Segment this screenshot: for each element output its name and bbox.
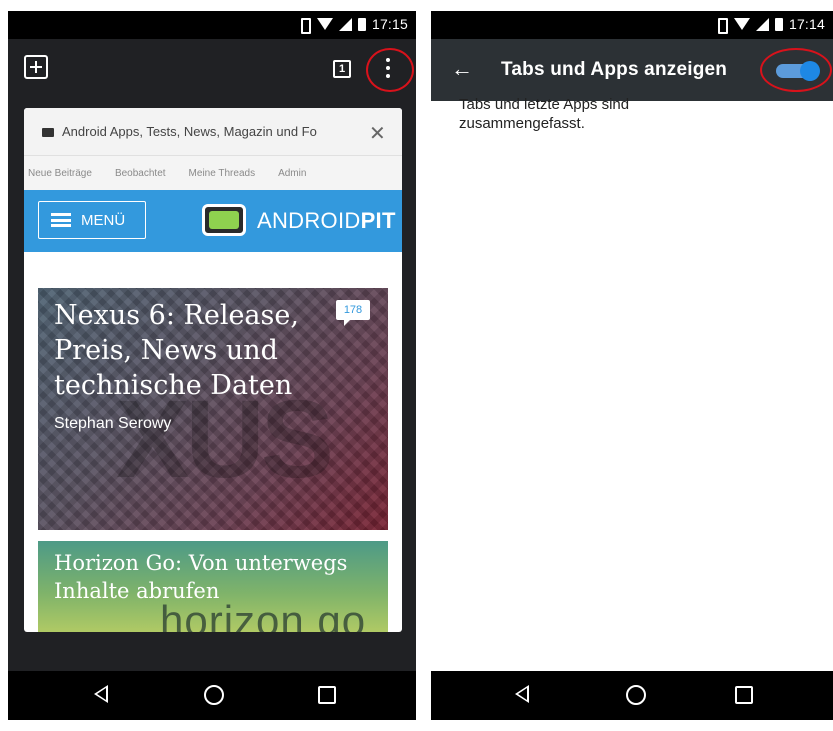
highlight-circle: [366, 48, 414, 92]
vibrate-icon: [297, 17, 311, 34]
close-icon[interactable]: ✕: [369, 121, 386, 146]
back-triangle-icon[interactable]: [94, 685, 108, 703]
site-nav: Neue Beiträge Beobachtet Meine Threads A…: [24, 156, 402, 190]
status-time: 17:15: [371, 16, 408, 32]
chrome-tab-switcher-screen: 17:15 1 Android Apps, Tests, News, Magaz…: [8, 11, 416, 720]
status-time: 17:14: [788, 16, 825, 32]
back-arrow-icon[interactable]: ←: [451, 57, 473, 81]
comment-count-badge: 178: [336, 300, 370, 326]
settings-screen: 17:14 ← Tabs und Apps anzeigen Tabs und …: [431, 11, 833, 720]
horizon-go-logo: horizon go: [160, 597, 367, 632]
vibrate-icon: [714, 17, 728, 34]
signal-icon: [755, 17, 769, 31]
battery-icon: [774, 17, 783, 31]
tab-title: Android Apps, Tests, News, Magazin und F…: [62, 124, 317, 139]
status-bar: 17:15: [8, 11, 416, 39]
site-nav-item[interactable]: Meine Threads: [189, 168, 256, 179]
system-nav-bar: [8, 671, 416, 720]
signal-icon: [338, 17, 352, 31]
article-card[interactable]: Horizon Go: Von unterwegs Inhalte abrufe…: [38, 541, 388, 632]
recents-square-icon[interactable]: [735, 686, 753, 704]
site-nav-item[interactable]: Admin: [278, 168, 306, 179]
status-bar: 17:14: [431, 11, 833, 39]
site-header: MENÜ ANDROIDPIT: [24, 190, 402, 252]
tab-switcher-toolbar: 1: [8, 39, 416, 99]
article-title: Nexus 6: Release, Preis, News und techni…: [54, 300, 299, 401]
settings-title: Tabs und Apps anzeigen: [501, 59, 728, 80]
menu-label: MENÜ: [81, 212, 126, 229]
article-card[interactable]: XUS Nexus 6: Release, Preis, News und te…: [38, 288, 388, 530]
setting-description: Tabs und letzte Apps sind zusammengefass…: [459, 96, 630, 132]
back-triangle-icon[interactable]: [515, 685, 529, 703]
plus-icon[interactable]: [24, 55, 48, 79]
article-author: Stephan Serowy: [54, 415, 172, 432]
androidpit-logo-icon: [202, 204, 246, 236]
wifi-icon: [316, 18, 333, 30]
tab-card[interactable]: Android Apps, Tests, News, Magazin und F…: [24, 108, 402, 632]
battery-icon: [357, 17, 366, 31]
system-nav-bar: [431, 671, 833, 720]
tab-count-button[interactable]: 1: [333, 60, 351, 78]
wifi-icon: [733, 18, 750, 30]
site-brand: ANDROIDPIT: [257, 208, 396, 233]
tab-card-header: Android Apps, Tests, News, Magazin und F…: [24, 108, 402, 156]
site-nav-item[interactable]: Beobachtet: [115, 168, 166, 179]
site-nav-item[interactable]: Neue Beiträge: [28, 168, 92, 179]
home-circle-icon[interactable]: [204, 685, 224, 705]
hamburger-icon: [51, 213, 71, 227]
site-menu-button[interactable]: MENÜ: [38, 201, 146, 239]
recents-square-icon[interactable]: [318, 686, 336, 704]
favicon-icon: [42, 128, 54, 137]
highlight-circle: [760, 48, 832, 92]
home-circle-icon[interactable]: [626, 685, 646, 705]
settings-toolbar: ← Tabs und Apps anzeigen: [431, 39, 833, 101]
